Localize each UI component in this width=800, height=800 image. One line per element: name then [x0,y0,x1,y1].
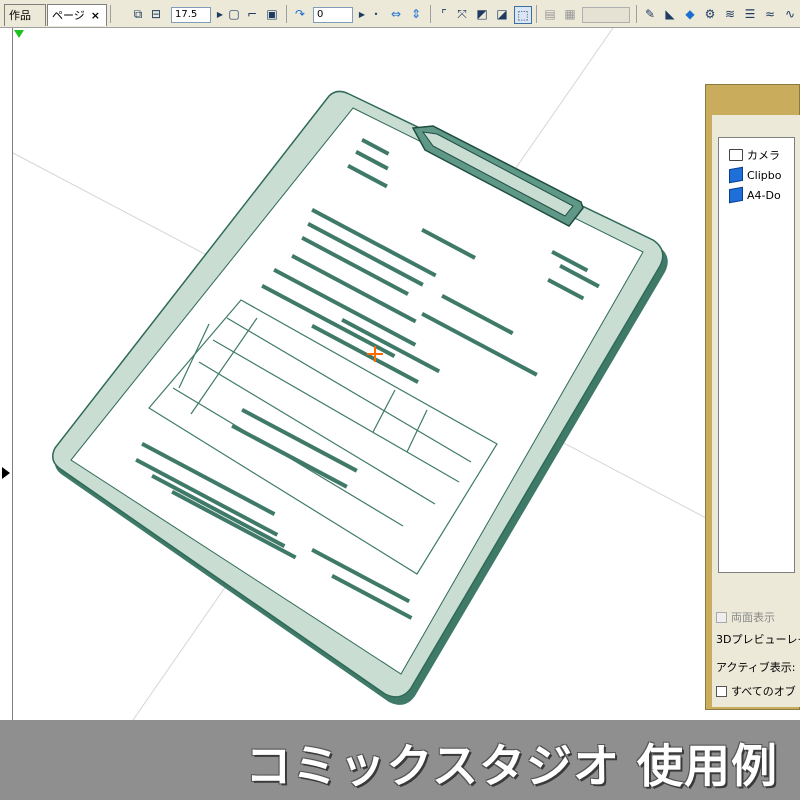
dot-icon[interactable]: • [368,6,384,22]
corner-icon[interactable]: ⌐ [244,6,260,22]
toolbar-separator [286,5,287,23]
folder-icon [729,149,743,161]
all-objects-label: すべてのオブ [731,685,796,698]
double-sided-label: 両面表示 [731,611,775,624]
double-sided-option[interactable]: 両面表示 [716,609,775,625]
tree-item-document[interactable]: A4-Do [729,186,781,204]
select-area-icon[interactable]: ⬚ [514,6,532,24]
tree-item-label: カメラ [747,149,780,162]
preview-layer-label: 3Dプレビューレイ [716,633,800,646]
active-display-label: アクティブ表示: [716,661,796,674]
cube-icon [729,166,743,184]
left-ruler-strip [0,28,12,720]
wave-icon[interactable]: ∿ [782,6,798,22]
gear-icon[interactable]: ⚙ [702,6,718,22]
move-vertical-icon[interactable]: ⇕ [408,6,424,22]
double-sided-checkbox[interactable] [716,611,727,623]
tree-item-clipboard[interactable]: Clipbo [729,166,782,184]
close-icon[interactable]: × [91,9,100,22]
fit-icon[interactable]: ▣ [264,6,280,22]
light-icon[interactable]: ≋ [722,6,738,22]
triangle-icon[interactable]: ◣ [662,6,678,22]
lines-icon[interactable]: ☰ [742,6,758,22]
tree-item-camera[interactable]: カメラ [729,146,780,164]
tab-page-label: ページ [52,9,85,22]
render-icon[interactable]: ▤ [542,6,558,22]
size-input[interactable]: 17.5 [171,7,211,23]
tab-page[interactable]: ページ × [47,4,107,26]
curve-icon[interactable]: ≈ [762,6,778,22]
canvas-3d-view[interactable] [12,28,800,720]
toolbar-separator [636,5,637,23]
angle-input[interactable]: 0 [313,7,353,23]
move-horizontal-icon[interactable]: ⇔ [388,6,404,22]
frame-icon[interactable]: ⧉ [130,6,146,22]
origin-marker-icon [14,30,24,38]
caption-bar: コミックスタジオ 使用例 [0,720,800,800]
render-settings-icon[interactable]: ▦ [562,6,578,22]
toolbar-separator [536,5,537,23]
main-toolbar: 作品 ページ × ⧉ ⊟ 17.5 ▶ ▢ ⌐ ▣ ↷ 0 ▶ • ⇔ ⇕ ⌜ ⤧… [0,0,800,28]
rotate-icon[interactable]: ↷ [292,6,308,22]
cube-icon [729,186,743,204]
render-input[interactable] [582,7,630,23]
camera-icon[interactable]: ◩ [474,6,490,22]
toolbar-separator [430,5,431,23]
ruler-icon[interactable]: ✎ [642,6,658,22]
axis-icon[interactable]: ⌜ [436,6,452,22]
tab-work[interactable]: 作品 [4,4,46,26]
all-objects-option[interactable]: すべてのオブ [716,683,796,699]
toolbar-separator [110,5,111,23]
tree-item-label: A4-Do [747,188,781,202]
tab-work-label: 作品 [9,9,31,22]
tree-item-label: Clipbo [747,168,782,182]
caption-title: コミックスタジオ 使用例 [245,739,778,793]
expand-icon[interactable]: ⤧ [454,6,470,22]
layout-icon[interactable]: ⊟ [148,6,164,22]
cube-tool-icon[interactable]: ◆ [682,6,698,22]
position-marker-icon [2,467,10,479]
object-list-panel: 📂 💾 ⧉ 📋 カメラ Clipbo A4-Do 両面表示 3Dプレビューレイ … [705,84,800,710]
all-objects-checkbox[interactable] [716,685,727,697]
page-icon[interactable]: ▢ [226,6,242,22]
scene-svg [13,28,800,720]
perspective-icon[interactable]: ◪ [494,6,510,22]
object-tree: カメラ Clipbo A4-Do [718,137,795,573]
